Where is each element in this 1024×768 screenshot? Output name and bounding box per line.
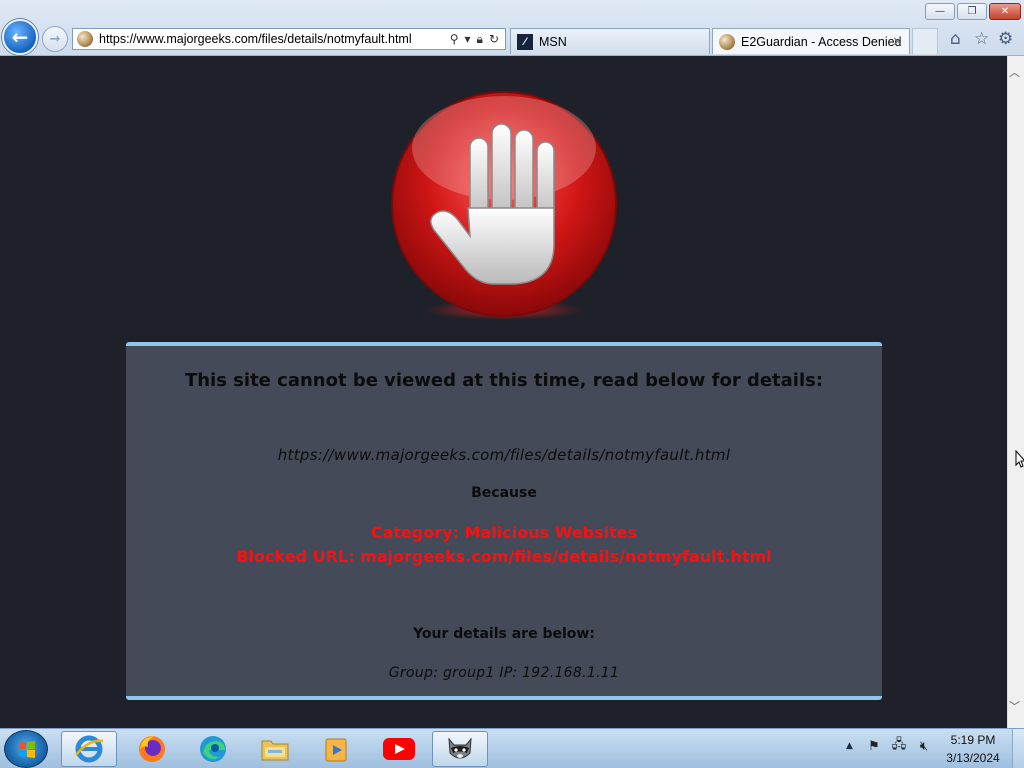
action-center-flag-icon[interactable]: ⚑ [866,738,882,754]
minimize-icon: — [935,6,945,17]
tab-access-denied[interactable]: E2Guardian - Access Denied ✕ [712,28,910,54]
lock-icon[interactable]: 🔒︎ [477,32,483,47]
taskbar-raccoon-app[interactable] [432,731,488,767]
clock-time[interactable]: 5:19 PM [940,733,1006,747]
close-icon: ✕ [1000,6,1010,17]
back-button[interactable]: ← [2,19,38,55]
because-label: Because [471,485,537,501]
taskbar-file-explorer[interactable] [247,731,303,767]
close-window-button[interactable]: ✕ [989,3,1021,20]
taskbar-firefox[interactable] [124,731,180,767]
show-hidden-icons-arrow-icon[interactable]: ▲ [846,741,853,751]
forward-arrow-icon: → [49,31,61,47]
minimize-button[interactable]: — [925,3,955,20]
scroll-up-arrow-icon[interactable]: ︿ [1009,64,1020,80]
restore-icon: ❐ [967,6,977,17]
maximize-button[interactable]: ❐ [957,3,987,20]
gear-icon[interactable]: ⚙ [998,29,1013,49]
msn-icon: ⁄ [517,33,533,50]
folder-icon [261,740,289,761]
media-player-icon [325,738,347,762]
volume-muted-icon[interactable]: 🔇︎ [916,738,932,754]
close-tab-icon[interactable]: ✕ [892,34,903,50]
dropdown-icon[interactable]: ▾ [465,32,471,46]
start-button[interactable] [4,730,48,768]
stop-hand-icon [391,91,617,320]
page-content: This site cannot be viewed at this time,… [0,56,1007,728]
new-tab-button[interactable] [912,28,938,54]
address-url[interactable]: https://www.majorgeeks.com/files/details… [99,32,450,46]
raccoon-icon [448,737,472,759]
address-bar[interactable]: https://www.majorgeeks.com/files/details… [72,28,506,50]
show-desktop-button[interactable] [1012,729,1024,768]
firefox-icon [139,736,165,762]
denial-panel: This site cannot be viewed at this time,… [126,342,882,700]
favorites-star-icon[interactable]: ☆ [974,29,989,49]
taskbar-edge[interactable] [185,731,241,767]
category-reason: Category: Malicious Websites [370,523,638,542]
site-favicon-icon [719,33,735,50]
tab-msn[interactable]: ⁄ MSN [510,28,710,54]
vertical-scrollbar[interactable] [1007,56,1024,728]
clock-date[interactable]: 3/13/2024 [940,751,1006,765]
windows-logo-icon [19,741,35,758]
taskbar-internet-explorer[interactable] [61,731,117,767]
page-headline: This site cannot be viewed at this time,… [184,370,824,391]
scroll-down-arrow-icon[interactable]: ﹀ [1009,698,1020,714]
tab-label: E2Guardian - Access Denied [741,34,902,49]
internet-explorer-icon [75,735,104,763]
browser-toolbar: ← → https://www.majorgeeks.com/files/det… [0,0,1024,56]
forward-button[interactable]: → [42,26,68,52]
taskbar-media-player[interactable] [308,731,364,767]
youtube-icon [383,738,415,760]
home-icon[interactable]: ⌂ [950,29,961,49]
refresh-icon[interactable]: ↻ [489,32,499,46]
search-icon[interactable]: ⚲ [450,32,459,46]
network-icon[interactable]: 🖧︎ [891,737,907,754]
mouse-cursor-icon [1015,450,1024,468]
site-favicon-icon [77,31,93,47]
taskbar-youtube[interactable] [371,731,427,767]
user-details: Group: group1 IP: 192.168.1.11 [388,665,620,681]
edge-icon [200,736,226,762]
tab-label: MSN [539,34,567,49]
details-heading: Your details are below: [413,626,595,642]
back-arrow-icon: ← [11,25,29,49]
blocked-url-reason: Blocked URL: majorgeeks.com/files/detail… [236,547,772,566]
blocked-url-text: https://www.majorgeeks.com/files/details… [277,446,731,464]
